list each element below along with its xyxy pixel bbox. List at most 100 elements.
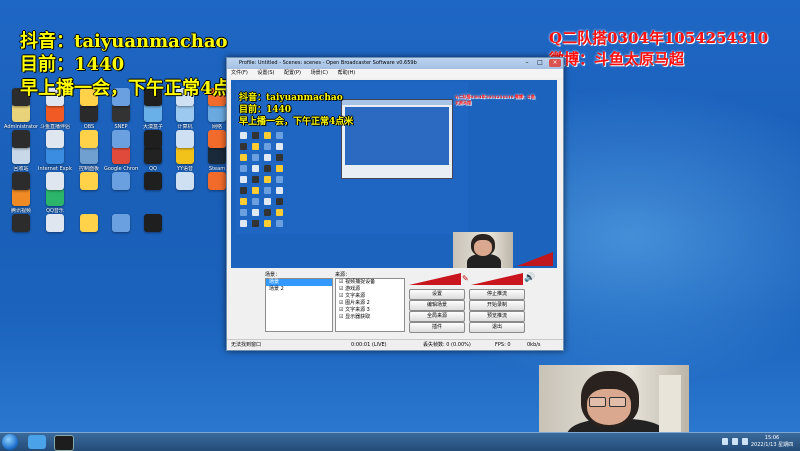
desktop-shortcut[interactable] <box>104 214 138 234</box>
preview-mini-icon <box>252 132 259 139</box>
desktop-shortcut[interactable] <box>104 130 138 150</box>
preview-mini-icon <box>252 209 259 216</box>
sources-list[interactable]: ☑ 视频捕捉设备 ☑ 游戏源 ☑ 文字来源 ☑ 图片来源 2 ☑ 文字来源 3 ☑ 显示器… <box>335 278 405 332</box>
taskbar-clock[interactable]: 15:06 2022/1/13 星期四 <box>750 435 794 449</box>
desktop-app-icon <box>12 130 30 148</box>
obs-window[interactable]: Profile: Untitled - Scenes: scenes - Ope… <box>226 57 564 351</box>
preview-mini-icon <box>264 187 271 194</box>
taskbar-ie-icon[interactable] <box>28 435 46 449</box>
preview-mini-icon <box>264 176 271 183</box>
preview-mini-icon <box>264 198 271 205</box>
scene-item[interactable]: 场景 2 <box>266 286 332 293</box>
status-fps: FPS: 0 <box>495 342 511 348</box>
status-time: 0:00:01 (LIVE) <box>351 342 387 348</box>
preview-mini-icon <box>276 132 283 139</box>
obs-title-bar[interactable]: Profile: Untitled - Scenes: scenes - Ope… <box>227 58 563 69</box>
mic-icon[interactable]: ✎ <box>462 274 469 283</box>
desktop-shortcut[interactable] <box>72 214 106 234</box>
audio-meter-mic <box>409 273 461 285</box>
preview-mini-icon <box>240 209 247 216</box>
source-item[interactable]: ☑ 显示器获取 <box>336 314 404 321</box>
source-item[interactable]: ☑ 图片来源 2 <box>336 300 404 307</box>
taskbar-obs-icon[interactable] <box>54 435 74 451</box>
desktop-shortcut[interactable] <box>72 172 106 192</box>
source-label: 显示器获取 <box>345 314 371 320</box>
desktop-shortcut[interactable] <box>38 172 72 192</box>
language-icon[interactable] <box>742 438 748 445</box>
desktop-shortcut[interactable] <box>168 130 202 150</box>
global-sources-button[interactable]: 全局来源 <box>409 311 465 322</box>
taskbar: 15:06 2022/1/13 星期四 <box>0 432 800 451</box>
desktop-shortcut[interactable] <box>4 130 38 150</box>
status-dropped-frames: 丢失帧数: 0 (0.00%) <box>423 342 471 348</box>
audio-meter-preview <box>517 252 553 266</box>
desktop-app-icon <box>144 214 162 232</box>
preview-mini-icon <box>252 198 259 205</box>
obs-title-text: Profile: Untitled - Scenes: scenes - Ope… <box>239 60 417 66</box>
scenes-label: 场景： <box>265 272 281 278</box>
network-icon[interactable] <box>722 438 728 445</box>
plugins-button[interactable]: 插件 <box>409 322 465 333</box>
desktop-shortcut[interactable] <box>136 214 170 234</box>
menu-file[interactable]: 文件(F) <box>231 70 248 76</box>
desktop-app-icon <box>176 130 194 148</box>
desktop-app-icon <box>208 130 226 148</box>
desktop-shortcut[interactable] <box>72 130 106 150</box>
menu-help[interactable]: 帮助(H) <box>338 70 356 76</box>
desktop-shortcut[interactable] <box>136 130 170 150</box>
scenes-list[interactable]: 场景 场景 2 <box>265 278 333 332</box>
clock-date: 2022/1/13 星期四 <box>750 442 794 448</box>
preview-stream-button[interactable]: 预览推流 <box>469 311 525 322</box>
preview-mini-icon <box>252 154 259 161</box>
menu-scene[interactable]: 场景(C) <box>311 70 328 76</box>
edit-scene-button[interactable]: 编辑场景 <box>409 300 465 311</box>
preview-mini-icon <box>240 187 247 194</box>
preview-mini-icon <box>264 143 271 150</box>
preview-mini-icon <box>264 209 271 216</box>
volume-icon[interactable] <box>732 438 738 445</box>
audio-meter-desktop <box>471 273 523 285</box>
desktop-shortcut[interactable] <box>104 172 138 192</box>
desktop-app-icon <box>176 172 194 190</box>
obs-preview: 抖音：taiyuanmachao 目前：1440 早上播一会，下午正常4点米 Q… <box>231 80 557 268</box>
source-item[interactable]: ☑ 文字来源 <box>336 293 404 300</box>
exit-button[interactable]: 退出 <box>469 322 525 333</box>
speaker-icon[interactable]: 🔊 <box>524 273 535 283</box>
status-message: 无法找到窗口 <box>231 342 262 348</box>
desktop-app-icon <box>80 130 98 148</box>
stop-stream-button[interactable]: 停止推流 <box>469 289 525 300</box>
desktop-shortcut[interactable] <box>38 214 72 234</box>
source-label: 视频捕捉设备 <box>345 279 376 285</box>
obs-controls: 场景： 场景 场景 2 来源： ☑ 视频捕捉设备 ☑ 游戏源 ☑ 文字来源 ☑ 图片来… <box>231 271 557 335</box>
settings-button[interactable]: 设置 <box>409 289 465 300</box>
start-record-button[interactable]: 开始录制 <box>469 300 525 311</box>
desktop-shortcut[interactable] <box>4 214 38 234</box>
menu-settings[interactable]: 设置(S) <box>257 70 274 76</box>
desktop-app-icon <box>12 172 30 190</box>
preview-mini-icon <box>252 165 259 172</box>
preview-mini-icon <box>240 165 247 172</box>
source-item[interactable]: ☑ 游戏源 <box>336 286 404 293</box>
menu-profile[interactable]: 配置(P) <box>284 70 301 76</box>
source-label: 文字来源 <box>345 293 366 299</box>
preview-mini-icon <box>276 154 283 161</box>
desktop-shortcut[interactable] <box>4 172 38 192</box>
close-icon[interactable]: × <box>549 59 561 67</box>
desktop-shortcut[interactable] <box>168 172 202 192</box>
preview-mini-icon <box>276 187 283 194</box>
source-item[interactable]: ☑ 视频捕捉设备 <box>336 279 404 286</box>
preview-mini-icon <box>264 220 271 227</box>
desktop-shortcut[interactable] <box>136 172 170 192</box>
preview-mini-icon <box>252 143 259 150</box>
minimize-icon[interactable]: – <box>521 59 533 67</box>
preview-mini-icon <box>276 176 283 183</box>
maximize-icon[interactable]: □ <box>534 59 546 67</box>
source-item[interactable]: ☑ 文字来源 3 <box>336 307 404 314</box>
desktop-app-icon <box>46 172 64 190</box>
start-button[interactable] <box>2 434 18 450</box>
preview-overlay-red: Q二队搭0304年1054254310 微博：斗鱼太原马超 <box>455 94 535 105</box>
scene-item[interactable]: 场景 <box>266 279 332 286</box>
nested-obs-window <box>341 99 453 179</box>
preview-mini-icon <box>264 132 271 139</box>
desktop-shortcut[interactable] <box>38 130 72 150</box>
